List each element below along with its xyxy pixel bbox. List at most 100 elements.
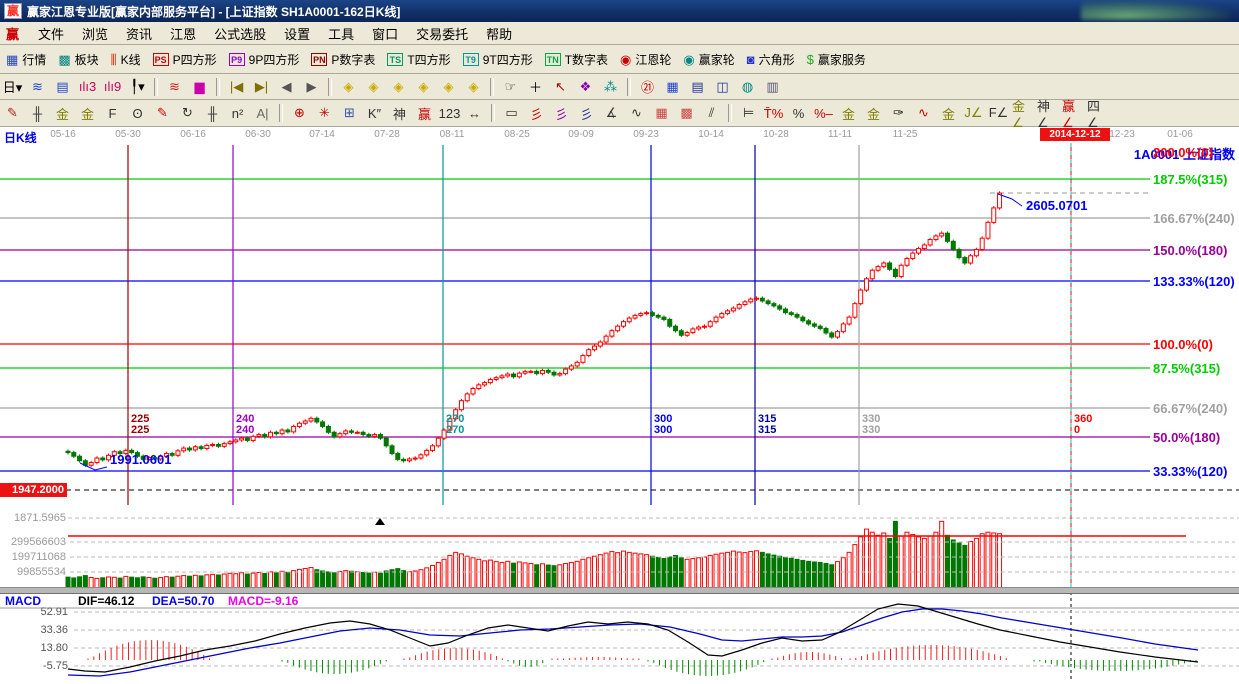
grid-red2-button[interactable]: ▩ [675,103,698,124]
9p-square-button[interactable]: P99P四方形 [223,49,306,70]
angle-gold-button[interactable]: 金∠ [1012,103,1035,124]
menu-item-2[interactable]: 资讯 [117,22,161,45]
f-ruler-button[interactable]: F [101,103,124,124]
menu-item-7[interactable]: 窗口 [363,22,407,45]
spiral-button[interactable]: ʘ [126,103,149,124]
diamond-right-button[interactable]: ◈ [362,76,385,97]
select-pointer-button[interactable]: ↖ [549,76,572,97]
compass-circle-button[interactable]: ↻ [176,103,199,124]
diamond-vswap-button[interactable]: ◈ [437,76,460,97]
sectors-button-icon: ▩ [58,52,70,67]
zigzag-button[interactable]: ∿ [625,103,648,124]
gold-lines-button[interactable]: 金 [862,103,885,124]
save-button[interactable]: ◫ [711,76,734,97]
color-volume-button[interactable]: ▆ [188,76,211,97]
red-brush-button[interactable]: ✎ [151,103,174,124]
calendar-21-button[interactable]: ㉑ [636,76,659,97]
menu-item-0[interactable]: 文件 [29,22,73,45]
compress-red-button[interactable]: ≋ [163,76,186,97]
menu-item-9[interactable]: 帮助 [477,22,521,45]
pen-black-button[interactable]: ✑ [887,103,910,124]
nav-next-button[interactable]: ▶ [300,76,323,97]
grid-circle-button[interactable]: ⊞ [338,103,361,124]
percent-t-button[interactable]: T̄% [762,103,785,124]
gold-circle-button[interactable]: 金 [837,103,860,124]
quotes-button[interactable]: ▦行情 [0,49,52,70]
gold-lines2-button[interactable]: 金 [937,103,960,124]
grid-red-button[interactable]: ▦ [650,103,673,124]
angle-four-button[interactable]: 四∠ [1087,103,1110,124]
parallel-lines-button[interactable]: ⫽ [700,103,723,124]
percent-button[interactable]: % [787,103,810,124]
nav-first-button[interactable]: |◀ [225,76,248,97]
menu-item-6[interactable]: 工具 [319,22,363,45]
notes-button[interactable]: ▤ [686,76,709,97]
computer-button[interactable]: ▥ [761,76,784,97]
shen-ruler-button[interactable]: 神 [388,103,411,124]
sectors-button[interactable]: ▩板块 [52,49,104,70]
frame-box-button[interactable]: ▭ [500,103,523,124]
gann-shape-purple-button[interactable]: ❖ [574,76,597,97]
gann-wheel-button[interactable]: ◉江恩轮 [614,49,677,70]
bars-9-button[interactable]: ılı9 [101,76,124,97]
angle-lines-button[interactable]: ∡ [600,103,623,124]
wave-red-button[interactable]: ∿ [912,103,935,124]
angle-j-button[interactable]: J∠ [962,103,985,124]
gold-ruler2-button[interactable]: 金 [76,103,99,124]
ruler-ticks-button[interactable]: ╫ [26,103,49,124]
n-square-button[interactable]: n² [226,103,249,124]
star-circle-button[interactable]: ✳ [313,103,336,124]
plain-ruler-button[interactable]: ╫ [201,103,224,124]
nav-prev-button[interactable]: ◀ [275,76,298,97]
angle-f-button[interactable]: F∠ [987,103,1010,124]
t-square-button[interactable]: TST四方形 [381,49,456,70]
brush-tool-button[interactable]: ✎ [1,103,24,124]
win-red-button[interactable]: 赢 [413,103,436,124]
text-tool-button[interactable]: A| [251,103,274,124]
p-number-table-button[interactable]: PNP数字表 [305,49,381,70]
winner-service-button[interactable]: $赢家服务 [801,49,872,70]
kline-button[interactable]: ⫼K线 [105,49,147,70]
9t-square-button[interactable]: T99T四方形 [457,49,539,70]
ruler-123-button[interactable]: 123 [438,103,461,124]
k-quote-button[interactable]: K″ [363,103,386,124]
diamond-expand-button[interactable]: ◈ [462,76,485,97]
menu-item-8[interactable]: 交易委托 [407,22,477,45]
zoom-region-button[interactable]: ≋ [26,76,49,97]
app-logo-icon: 赢 [4,3,22,19]
gold-ruler1-button[interactable]: 金 [51,103,74,124]
crosshair-tool-button[interactable]: ＋ [524,76,547,97]
macd-scale-label: 13.80 [8,642,68,654]
angle-shen-button[interactable]: 神∠ [1037,103,1060,124]
toolbar-separator [328,78,332,96]
scale-ruler-button[interactable]: ⊨ [737,103,760,124]
hand-tool-button[interactable]: ☞ [499,76,522,97]
menu-item-4[interactable]: 公式选股 [205,22,275,45]
period-day-dropdown[interactable]: 日▾ [1,76,24,97]
diamond-cross-button[interactable]: ◈ [412,76,435,97]
p-square-button[interactable]: PSP四方形 [147,49,223,70]
rays-red-button[interactable]: 彡 [525,103,548,124]
percent-line-button[interactable]: %– [812,103,835,124]
web-export-button[interactable]: ◍ [736,76,759,97]
candle-style-dropdown[interactable]: ╿▾ [126,76,149,97]
menu-item-3[interactable]: 江恩 [161,22,205,45]
width-measure-button[interactable]: ↔ [463,103,486,124]
winner-wheel-button[interactable]: ◉赢家轮 [677,49,740,70]
diamond-hswap-button[interactable]: ◈ [387,76,410,97]
target-tool-button[interactable]: ⊕ [288,103,311,124]
angle-win-button[interactable]: 赢∠ [1062,103,1085,124]
calculator-button[interactable]: ▦ [661,76,684,97]
bars-3-button[interactable]: ılı3 [76,76,99,97]
menu-item-5[interactable]: 设置 [275,22,319,45]
gann-degree-label: 330 330 [862,414,880,436]
menu-item-1[interactable]: 浏览 [73,22,117,45]
gann-shape-teal-button[interactable]: ⁂ [599,76,622,97]
hexagon-button[interactable]: ◙六角形 [741,49,801,70]
rays-box-button[interactable]: 彡 [550,103,573,124]
info-panel-button[interactable]: ▤ [51,76,74,97]
t-number-table-button[interactable]: TNT数字表 [539,49,614,70]
diamond-left-button[interactable]: ◈ [337,76,360,97]
rays-square-button[interactable]: 彡 [575,103,598,124]
nav-last-button[interactable]: ▶| [250,76,273,97]
